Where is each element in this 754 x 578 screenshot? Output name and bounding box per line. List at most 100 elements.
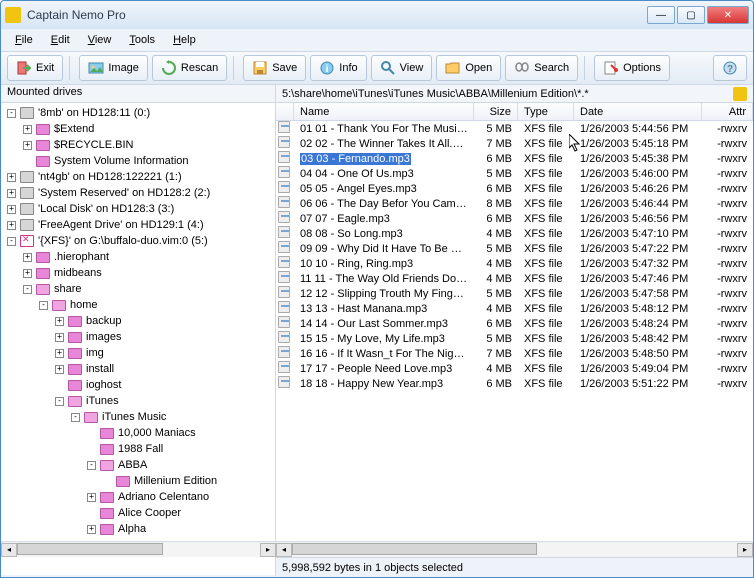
- tree-node[interactable]: +images: [3, 329, 275, 345]
- open-button[interactable]: Open: [436, 55, 501, 81]
- tree-node[interactable]: -iTunes Music: [3, 409, 275, 425]
- folder-up-icon[interactable]: [733, 87, 747, 101]
- tree-view[interactable]: -'8mb' on HD128:11 (0:)+$Extend+$RECYCLE…: [1, 103, 276, 575]
- close-button[interactable]: ✕: [707, 6, 749, 24]
- help-button[interactable]: ?: [713, 55, 747, 81]
- tree-node[interactable]: Alice Cooper: [3, 505, 275, 521]
- file-row[interactable]: 18 18 - Happy New Year.mp36 MBXFS file1/…: [276, 376, 753, 391]
- tree-node[interactable]: +.hierophant: [3, 249, 275, 265]
- tree-expander[interactable]: -: [7, 109, 16, 118]
- col-attr[interactable]: Attr: [702, 103, 753, 120]
- tree-node[interactable]: -home: [3, 297, 275, 313]
- col-date[interactable]: Date: [574, 103, 702, 120]
- tree-expander[interactable]: +: [87, 493, 96, 502]
- tree-node[interactable]: -ABBA: [3, 457, 275, 473]
- tree-expander[interactable]: +: [23, 253, 32, 262]
- tree-node[interactable]: +Adriano Celentano: [3, 489, 275, 505]
- tree-expander[interactable]: -: [55, 397, 64, 406]
- menu-help[interactable]: Help: [165, 32, 204, 48]
- tree-expander[interactable]: -: [87, 461, 96, 470]
- file-row[interactable]: 11 11 - The Way Old Friends Do.mp34 MBXF…: [276, 271, 753, 286]
- tree-expander[interactable]: -: [71, 413, 80, 422]
- file-row[interactable]: 07 07 - Eagle.mp36 MBXFS file1/26/2003 5…: [276, 211, 753, 226]
- tree-node[interactable]: -share: [3, 281, 275, 297]
- tree-expander[interactable]: -: [7, 237, 16, 246]
- tree-node[interactable]: +midbeans: [3, 265, 275, 281]
- tree-expander[interactable]: +: [87, 525, 96, 534]
- menu-view[interactable]: View: [80, 32, 120, 48]
- minimize-button[interactable]: —: [647, 6, 675, 24]
- file-row[interactable]: 10 10 - Ring, Ring.mp34 MBXFS file1/26/2…: [276, 256, 753, 271]
- tree-node[interactable]: ioghost: [3, 377, 275, 393]
- tree-node[interactable]: +backup: [3, 313, 275, 329]
- tree-expander[interactable]: +: [23, 125, 32, 134]
- tree-expander[interactable]: -: [39, 301, 48, 310]
- tree-node[interactable]: System Volume Information: [3, 153, 275, 169]
- tree-expander[interactable]: +: [55, 349, 64, 358]
- file-row[interactable]: 16 16 - If It Wasn_t For The Night....7 …: [276, 346, 753, 361]
- menu-file[interactable]: File: [7, 32, 41, 48]
- tree-expander[interactable]: +: [23, 141, 32, 150]
- tree-node[interactable]: +'nt4gb' on HD128:122221 (1:): [3, 169, 275, 185]
- info-button[interactable]: iInfo: [310, 55, 366, 81]
- col-size[interactable]: Size: [474, 103, 518, 120]
- tree-hscrollbar[interactable]: ◂ ▸: [1, 541, 276, 557]
- tree-expander[interactable]: -: [23, 285, 32, 294]
- file-hscrollbar[interactable]: ◂ ▸: [276, 541, 753, 557]
- rescan-button[interactable]: Rescan: [152, 55, 227, 81]
- image-button[interactable]: Image: [79, 55, 148, 81]
- file-row[interactable]: 13 13 - Hast Manana.mp34 MBXFS file1/26/…: [276, 301, 753, 316]
- tree-node[interactable]: +img: [3, 345, 275, 361]
- scroll-right-button[interactable]: ▸: [737, 543, 753, 557]
- file-row[interactable]: 05 05 - Angel Eyes.mp36 MBXFS file1/26/2…: [276, 181, 753, 196]
- tree-node[interactable]: -'8mb' on HD128:11 (0:): [3, 105, 275, 121]
- col-type[interactable]: Type: [518, 103, 574, 120]
- tree-node[interactable]: -'{XFS}' on G:\buffalo-duo.vim:0 (5:): [3, 233, 275, 249]
- tree-expander[interactable]: +: [7, 173, 16, 182]
- menu-edit[interactable]: Edit: [43, 32, 78, 48]
- scroll-thumb[interactable]: [292, 543, 537, 555]
- options-button[interactable]: Options: [594, 55, 670, 81]
- file-row[interactable]: 02 02 - The Winner Takes It All.mp37 MBX…: [276, 136, 753, 151]
- tree-node[interactable]: 10,000 Maniacs: [3, 425, 275, 441]
- tree-scroll-right-button[interactable]: ▸: [260, 543, 276, 557]
- view-button[interactable]: View: [371, 55, 433, 81]
- file-row[interactable]: 15 15 - My Love, My Life.mp35 MBXFS file…: [276, 331, 753, 346]
- file-list[interactable]: 01 01 - Thank You For The Music...5 MBXF…: [276, 121, 753, 541]
- save-button[interactable]: Save: [243, 55, 306, 81]
- tree-expander[interactable]: +: [7, 205, 16, 214]
- tree-expander[interactable]: +: [55, 365, 64, 374]
- file-row[interactable]: 01 01 - Thank You For The Music...5 MBXF…: [276, 121, 753, 136]
- file-row[interactable]: 14 14 - Our Last Sommer.mp36 MBXFS file1…: [276, 316, 753, 331]
- tree-node[interactable]: +'Local Disk' on HD128:3 (3:): [3, 201, 275, 217]
- search-button[interactable]: Search: [505, 55, 578, 81]
- tree-expander[interactable]: +: [23, 269, 32, 278]
- file-row[interactable]: 03 03 - Fernando.mp36 MBXFS file1/26/200…: [276, 151, 753, 166]
- file-row[interactable]: 12 12 - Slipping Trouth My Fingers....5 …: [276, 286, 753, 301]
- tree-node[interactable]: +install: [3, 361, 275, 377]
- exit-button[interactable]: Exit: [7, 55, 63, 81]
- tree-node[interactable]: +'FreeAgent Drive' on HD129:1 (4:): [3, 217, 275, 233]
- file-row[interactable]: 06 06 - The Day Befor You Came.m...8 MBX…: [276, 196, 753, 211]
- tree-scroll-left-button[interactable]: ◂: [1, 543, 17, 557]
- file-row[interactable]: 09 09 - Why Did It Have To Be Me....5 MB…: [276, 241, 753, 256]
- menu-tools[interactable]: Tools: [121, 32, 163, 48]
- col-name[interactable]: Name: [294, 103, 474, 120]
- tree-expander[interactable]: +: [7, 189, 16, 198]
- tree-expander[interactable]: +: [55, 317, 64, 326]
- tree-scroll-thumb[interactable]: [17, 543, 163, 555]
- tree-node[interactable]: +Alpha: [3, 521, 275, 537]
- col-icon[interactable]: [276, 103, 294, 120]
- tree-node[interactable]: +$RECYCLE.BIN: [3, 137, 275, 153]
- tree-expander[interactable]: +: [55, 333, 64, 342]
- titlebar[interactable]: Captain Nemo Pro — ▢ ✕: [1, 1, 753, 29]
- file-row[interactable]: 17 17 - People Need Love.mp34 MBXFS file…: [276, 361, 753, 376]
- maximize-button[interactable]: ▢: [677, 6, 705, 24]
- tree-node[interactable]: 1988 Fall: [3, 441, 275, 457]
- tree-node[interactable]: +'System Reserved' on HD128:2 (2:): [3, 185, 275, 201]
- tree-node[interactable]: Millenium Edition: [3, 473, 275, 489]
- file-row[interactable]: 08 08 - So Long.mp34 MBXFS file1/26/2003…: [276, 226, 753, 241]
- tree-node[interactable]: -iTunes: [3, 393, 275, 409]
- tree-node[interactable]: +$Extend: [3, 121, 275, 137]
- tree-expander[interactable]: +: [7, 221, 16, 230]
